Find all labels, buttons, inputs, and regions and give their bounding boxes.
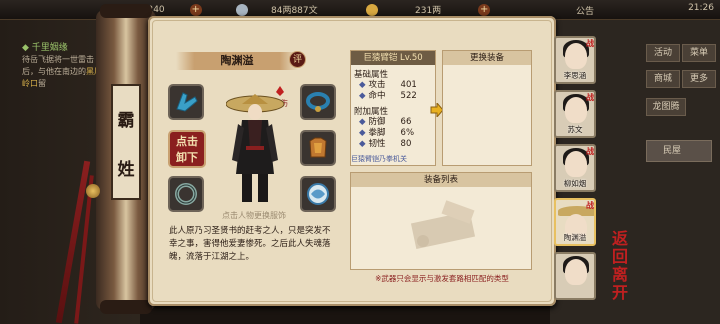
character-bio: 此人原乃习圣贤书的赶考之人，只是突发不幸之事，害得他爱妻惨死。之后此人失魂落魄，…: [169, 226, 331, 262]
equip-stats-card: 巨猿臂铠 Lv.50 基础属性 ◆ 攻击 401 ◆ 命中 522 附加属性 ◆ 防御 66…: [350, 50, 436, 166]
quest-description: 待岳飞据将一世雷击后，与他在南边的黑风岭口留: [22, 54, 104, 90]
necklace-icon: [306, 92, 330, 112]
roller-cap-top: [100, 4, 152, 18]
stat-row: ◆ 防御 66: [359, 117, 412, 127]
portrait-face: [565, 151, 587, 177]
roster-name: 李思涵: [563, 71, 587, 80]
unequip-label-2: 卸下: [176, 151, 198, 164]
roster-card[interactable]: 战 柳如烟: [554, 144, 596, 192]
portrait-face: [565, 259, 587, 285]
replace-equip-title: 更换装备: [443, 51, 531, 65]
stat-value: 401: [400, 80, 417, 90]
stat-row: ◆ 攻击 401: [359, 80, 417, 90]
back-char-4: 开: [611, 283, 628, 302]
stat-label: 防御: [368, 117, 386, 127]
equip-title: 巨猿臂铠 Lv.50: [351, 51, 435, 65]
menu-main[interactable]: 菜单: [682, 44, 716, 62]
roller-cap-bottom: [100, 300, 152, 314]
equip-footer: 巨猿臂铠乃拳机关: [351, 155, 407, 163]
sect-char-1: 霸: [117, 111, 135, 131]
character-name: 陶渊溢: [176, 52, 298, 70]
roster-card[interactable]: [554, 252, 596, 300]
gold-icon: [366, 3, 378, 16]
stat-value: 66: [400, 117, 412, 127]
quest-title[interactable]: ◆ 千里姻缘: [22, 40, 68, 53]
slot-gloves[interactable]: [168, 84, 204, 120]
roster-tag: 战: [586, 201, 594, 210]
roster-card[interactable]: 战 苏文: [554, 90, 596, 138]
back-char-1: 返: [611, 229, 628, 248]
stat-row: ◆ 拳脚 6%: [359, 128, 415, 138]
menu-shop[interactable]: 商城: [646, 70, 680, 88]
equipment-list[interactable]: 装备列表: [350, 172, 532, 270]
gloves-icon: [176, 92, 198, 112]
silver-icon: [236, 3, 248, 16]
base-section-title: 基础属性: [354, 70, 389, 80]
stat-value: 6%: [400, 128, 415, 138]
clock: 21:26: [688, 3, 714, 13]
quest-text-a: 待岳飞据将一世雷击后，与他在南边的: [22, 55, 94, 76]
stat-value: 522: [400, 91, 417, 101]
dragon-jade-icon: [307, 183, 329, 205]
menu-activity[interactable]: 活动: [646, 44, 680, 62]
character-roster: 战 李思涵 战 苏文 战 柳如烟 战 陶渊溢: [554, 30, 596, 320]
armor-icon: [309, 137, 327, 158]
rate-button[interactable]: 评: [289, 51, 306, 68]
notice-button[interactable]: 公告: [576, 4, 594, 17]
quest-text-b: 留: [38, 79, 46, 88]
silver-value: 84两887文: [271, 6, 318, 16]
sect-tag: 霸 姓: [111, 84, 141, 200]
roster-tag: 战: [586, 93, 594, 102]
sect-char-2: 姓: [117, 160, 135, 180]
menu-more[interactable]: 更多: [682, 70, 716, 88]
empty-list-illustration: [410, 200, 476, 249]
gold-value: 231两: [415, 6, 442, 16]
equipment-list-title: 装备列表: [351, 173, 531, 187]
stat-label: 命中: [368, 91, 386, 101]
stat-row: ◆ 命中 522: [359, 91, 417, 101]
stat-label: 攻击: [368, 80, 386, 90]
portrait-face: [565, 43, 587, 69]
back-char-2: 回: [611, 247, 628, 266]
roster-tag: 战: [586, 147, 594, 156]
slot-armor[interactable]: [300, 130, 336, 166]
roster-name: 苏文: [567, 125, 583, 134]
ring-icon: [175, 183, 197, 205]
unequip-button[interactable]: 点击 卸下: [168, 130, 206, 168]
unequip-label-1: 点击: [176, 135, 198, 148]
roster-name: 陶渊溢: [563, 233, 587, 242]
replace-equip-panel[interactable]: 更换装备: [442, 50, 532, 166]
slot-accessory[interactable]: [300, 176, 336, 212]
back-char-3: 离: [611, 265, 628, 284]
roster-card-selected[interactable]: 战 陶渊溢: [554, 198, 596, 246]
add-stamina-button[interactable]: +: [189, 3, 202, 16]
stat-value: 80: [400, 139, 412, 149]
extra-section-title: 附加属性: [354, 107, 389, 117]
character-figure[interactable]: [226, 94, 284, 206]
roster-name: 柳如烟: [563, 179, 587, 188]
stat-label: 韧性: [368, 139, 386, 149]
stat-row: ◆ 韧性 80: [359, 139, 412, 149]
gold-resource: 231两 +: [366, 2, 491, 17]
add-gold-button[interactable]: +: [478, 3, 491, 16]
slot-necklace[interactable]: [300, 84, 336, 120]
slot-ring[interactable]: [168, 176, 204, 212]
scroll-knob: [86, 184, 100, 198]
menu-dragon[interactable]: 龙图腾: [646, 98, 686, 116]
stat-label: 拳脚: [368, 128, 386, 138]
equipment-note: ※武器只会显示与激发套路相匹配的类型: [375, 274, 509, 283]
quest-title-text: 千里姻缘: [31, 43, 68, 53]
roster-tag: 战: [586, 39, 594, 48]
silver-resource: 84两887文: [236, 2, 318, 17]
portrait-face: [565, 97, 587, 123]
menu-house[interactable]: 民屋: [646, 140, 712, 162]
roster-card[interactable]: 战 李思涵: [554, 36, 596, 84]
back-button[interactable]: 返 回 离 开: [600, 229, 640, 302]
tap-hint: 点击人物更换服饰: [222, 211, 286, 220]
